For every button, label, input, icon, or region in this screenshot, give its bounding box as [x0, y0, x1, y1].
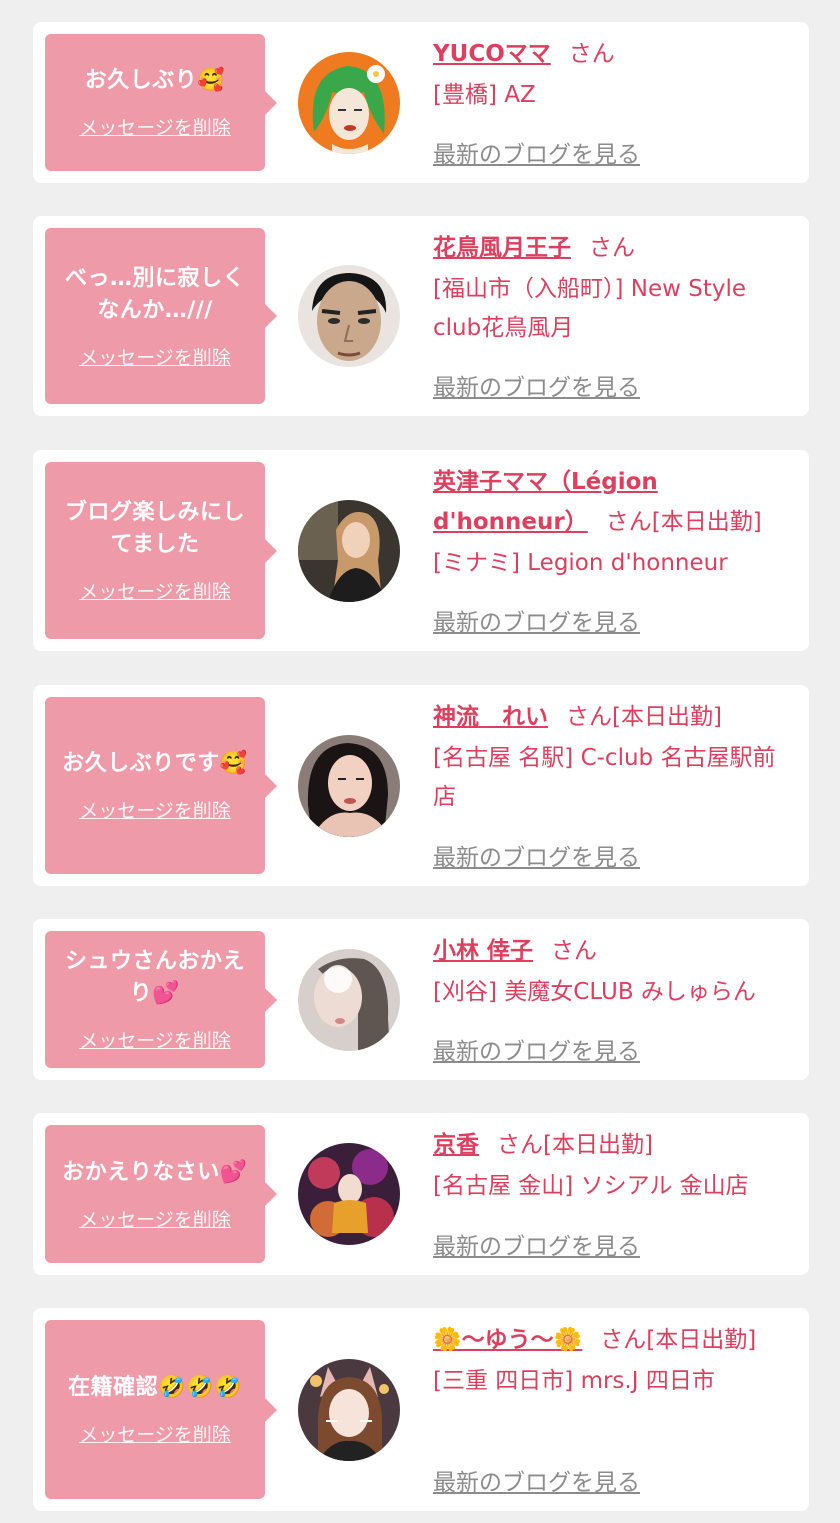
sender-name-line: 英津子ママ（Légion d'honneur） さん[本日出勤] — [433, 462, 795, 542]
message-text: おかえりなさい💕 — [62, 1159, 248, 1185]
message-text: 在籍確認🤣🤣🤣 — [68, 1375, 242, 1400]
delete-message-link[interactable]: メッセージを削除 — [79, 1420, 231, 1447]
sender-info: 英津子ママ（Légion d'honneur） さん[本日出勤] [ミナミ] Leg… — [433, 462, 795, 583]
delete-message-link[interactable]: メッセージを削除 — [79, 1205, 231, 1232]
sender-name-line: 京香 さん[本日出勤] — [433, 1125, 795, 1165]
delete-message-link[interactable]: メッセージを削除 — [79, 796, 231, 823]
shop-name: [ミナミ] Legion d'honneur — [433, 550, 728, 576]
sender-name-line: 花鳥風月王子 さん — [433, 228, 795, 268]
avatar[interactable] — [298, 948, 400, 1051]
message-text: べっ…別に寂しくなんか…/// — [64, 265, 245, 323]
message-text: シュウさんおかえり💕 — [64, 949, 245, 1006]
sender-name-line: 🌼〜ゆう〜🌼 さん[本日出勤] — [433, 1320, 795, 1360]
latest-blog-link[interactable]: 最新のブログを見る — [433, 1227, 640, 1261]
sender-name-link[interactable]: 🌼〜ゆう〜🌼 — [433, 1327, 582, 1353]
sender-name-line: YUCOママ さん — [433, 34, 795, 74]
delete-message-link[interactable]: メッセージを削除 — [79, 113, 231, 140]
message-bubble: お久しぶり🥰 メッセージを削除 — [45, 34, 277, 171]
sender-info: 花鳥風月王子 さん [福山市（入船町）] New Style club花鳥風月 — [433, 228, 795, 348]
shop-name: [刈谷] 美魔女CLUB みしゅらん — [433, 979, 756, 1005]
shop-name: [三重 四日市] mrs.J 四日市 — [433, 1368, 715, 1394]
sender-info: 🌼〜ゆう〜🌼 さん[本日出勤] [三重 四日市] mrs.J 四日市 — [433, 1320, 795, 1401]
sender-name-link[interactable]: YUCOママ — [433, 41, 551, 67]
message-card: おかえりなさい💕 メッセージを削除 京香 さん[本日出勤] [名古屋 金山] ソシアル … — [33, 1113, 809, 1275]
shop-name: [名古屋 名駅] C-club 名古屋駅前店 — [433, 745, 776, 810]
avatar[interactable] — [298, 51, 400, 154]
avatar[interactable] — [298, 265, 400, 367]
message-bubble: べっ…別に寂しくなんか…/// メッセージを削除 — [45, 228, 277, 404]
sender-info: 神流 れい さん[本日出勤] [名古屋 名駅] C-club 名古屋駅前店 — [433, 697, 795, 817]
sender-suffix: さん — [589, 235, 635, 261]
delete-message-link[interactable]: メッセージを削除 — [79, 1026, 231, 1053]
message-bubble: おかえりなさい💕 メッセージを削除 — [45, 1125, 277, 1263]
delete-message-link[interactable]: メッセージを削除 — [79, 343, 231, 370]
message-card: お久しぶりです🥰 メッセージを削除 神流 れい さん[本日出勤] [名古屋 名駅] C-… — [33, 685, 809, 886]
sender-info: 京香 さん[本日出勤] [名古屋 金山] ソシアル 金山店 — [433, 1125, 795, 1206]
sender-suffix: さん[本日出勤] — [497, 1132, 653, 1158]
sender-suffix: さん[本日出勤] — [566, 704, 722, 730]
message-card: 在籍確認🤣🤣🤣 メッセージを削除 🌼〜ゆう〜🌼 さん[本日出勤] [三重 四日市] mr… — [33, 1308, 809, 1511]
message-card: ブログ楽しみにしてましたメッセージを削除 英津子ママ（Légion d'honne… — [33, 450, 809, 651]
latest-blog-link[interactable]: 最新のブログを見る — [433, 135, 640, 169]
message-bubble: お久しぶりです🥰 メッセージを削除 — [45, 697, 277, 874]
sender-name-link[interactable]: 花鳥風月王子 — [433, 235, 571, 261]
message-text: お久しぶりです🥰 — [62, 751, 248, 776]
shop-name: [豊橋] AZ — [433, 82, 536, 108]
sender-info: YUCOママ さん [豊橋] AZ — [433, 34, 795, 115]
sender-suffix: さん[本日出勤] — [600, 1327, 757, 1353]
message-bubble: シュウさんおかえり💕 メッセージを削除 — [45, 931, 277, 1068]
shop-name: [名古屋 金山] ソシアル 金山店 — [433, 1173, 749, 1199]
message-text: ブログ楽しみにしてました — [64, 500, 245, 557]
message-bubble: 在籍確認🤣🤣🤣 メッセージを削除 — [45, 1320, 277, 1499]
sender-name-line: 小林 倖子 さん — [433, 931, 795, 971]
message-card: お久しぶり🥰 メッセージを削除 YUCOママ さん [豊橋] AZ 最新のブログを見る — [33, 22, 809, 183]
message-text: お久しぶり🥰 — [84, 68, 226, 93]
message-list: お久しぶり🥰 メッセージを削除 YUCOママ さん [豊橋] AZ 最新のブログを見る べっ… — [0, 0, 840, 1523]
avatar[interactable] — [298, 1143, 400, 1245]
latest-blog-link[interactable]: 最新のブログを見る — [433, 838, 640, 872]
message-bubble: ブログ楽しみにしてましたメッセージを削除 — [45, 462, 277, 639]
delete-message-link[interactable]: メッセージを削除 — [79, 577, 231, 604]
sender-name-link[interactable]: 京香 — [433, 1132, 479, 1158]
avatar[interactable] — [298, 499, 400, 602]
message-card: べっ…別に寂しくなんか…/// メッセージを削除 花鳥風月王子 さん [福山市（入船町）… — [33, 216, 809, 416]
sender-name-link[interactable]: 小林 倖子 — [433, 938, 533, 964]
sender-suffix: さん[本日出勤] — [605, 509, 762, 535]
latest-blog-link[interactable]: 最新のブログを見る — [433, 603, 640, 637]
sender-suffix: さん — [568, 41, 615, 67]
sender-info: 小林 倖子 さん [刈谷] 美魔女CLUB みしゅらん — [433, 931, 795, 1012]
latest-blog-link[interactable]: 最新のブログを見る — [433, 1463, 640, 1497]
sender-suffix: さん — [551, 938, 598, 964]
sender-name-line: 神流 れい さん[本日出勤] — [433, 697, 795, 737]
latest-blog-link[interactable]: 最新のブログを見る — [433, 368, 640, 402]
avatar[interactable] — [298, 734, 400, 837]
avatar[interactable] — [298, 1358, 400, 1461]
sender-name-link[interactable]: 神流 れい — [433, 704, 548, 730]
shop-name: [福山市（入船町）] New Style club花鳥風月 — [433, 276, 747, 341]
message-card: シュウさんおかえり💕 メッセージを削除 小林 倖子 さん [刈谷] 美魔女CLUB みし… — [33, 919, 809, 1080]
latest-blog-link[interactable]: 最新のブログを見る — [433, 1032, 640, 1066]
